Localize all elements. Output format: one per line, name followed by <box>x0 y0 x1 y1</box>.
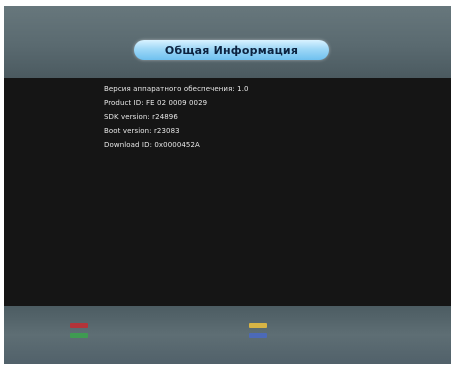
sdk-version-line: SDK version: r24896 <box>104 113 178 121</box>
info-list: Версия аппаратного обеспечения: 1.0 Prod… <box>104 82 249 152</box>
footer-panel <box>4 306 451 364</box>
blue-key-icon[interactable] <box>249 333 267 338</box>
left-key-group <box>70 323 88 347</box>
product-id-line: Product ID: FE 02 0009 0029 <box>104 99 208 107</box>
page-title: Общая Информация <box>164 43 299 57</box>
hardware-version-line: Версия аппаратного обеспечения: 1.0 <box>104 85 249 93</box>
tv-screen: Общая Информация Версия аппаратного обес… <box>4 6 451 364</box>
yellow-key-icon[interactable] <box>249 323 267 328</box>
boot-version-line: Boot version: r23083 <box>104 127 180 135</box>
red-key-icon[interactable] <box>70 323 88 328</box>
download-id-line: Download ID: 0x0000452A <box>104 141 200 149</box>
green-key-icon[interactable] <box>70 333 88 338</box>
title-badge: Общая Информация <box>134 40 329 60</box>
header-panel: Общая Информация <box>4 6 451 78</box>
right-key-group <box>249 323 267 347</box>
